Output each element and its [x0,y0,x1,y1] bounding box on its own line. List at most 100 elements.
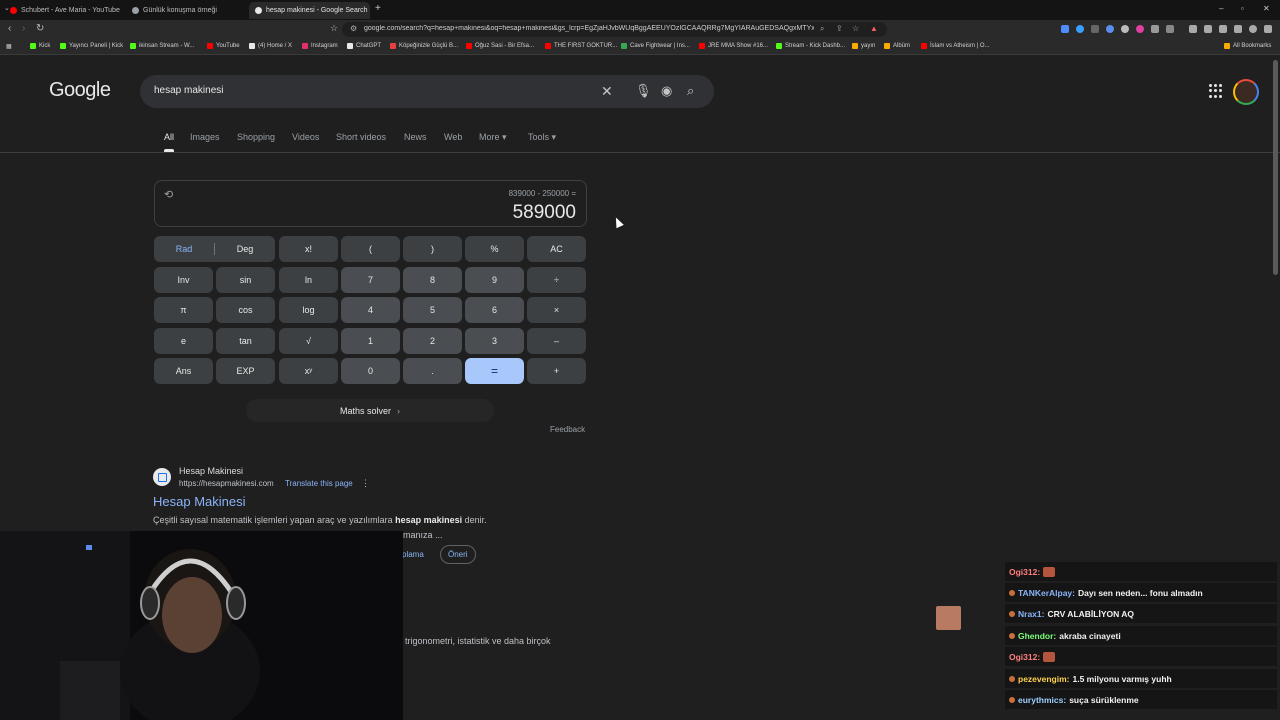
percent-key[interactable]: % [465,236,524,262]
result-title[interactable]: Hesap Makinesi [153,494,246,509]
subtract-key[interactable]: – [527,328,586,354]
extensions-puzzle-icon[interactable] [1234,25,1242,33]
pi-key[interactable]: π [154,297,213,323]
tab-shopping[interactable]: Shopping [237,132,275,142]
extension-icon[interactable] [1091,25,1099,33]
sqrt-key[interactable]: √ [279,328,338,354]
bookmark[interactable]: JRE MMA Show #16... [699,43,768,49]
digit-6-key[interactable]: 6 [465,297,524,323]
star-icon[interactable]: ☆ [852,24,859,33]
digit-8-key[interactable]: 8 [403,267,462,293]
digit-3-key[interactable]: 3 [465,328,524,354]
tan-key[interactable]: tan [216,328,275,354]
extension-icon[interactable] [1076,25,1084,33]
digit-4-key[interactable]: 4 [341,297,400,323]
apps-grid-icon[interactable]: ▦ [6,43,12,50]
close-tab-icon[interactable]: ✕ [368,6,370,15]
bookmark[interactable]: YouTube [207,43,240,49]
digit-9-key[interactable]: 9 [465,267,524,293]
bookmark[interactable]: Stream - Kick Dashb... [776,43,845,49]
rad-button[interactable]: Rad [154,236,214,262]
divide-key[interactable]: ÷ [527,267,586,293]
translate-link[interactable]: Translate this page [285,479,353,488]
multiply-key[interactable]: × [527,297,586,323]
feedback-link[interactable]: Feedback [550,425,585,434]
tab-all[interactable]: All [164,132,174,142]
deg-button[interactable]: Deg [215,236,275,262]
reload-icon[interactable]: ↻ [36,23,44,34]
tab-web[interactable]: Web [444,132,462,142]
inverse-key[interactable]: Inv [154,267,213,293]
digit-0-key[interactable]: 0 [341,358,400,384]
ans-key[interactable]: Ans [154,358,213,384]
maths-solver-button[interactable]: Maths solver › [246,399,494,422]
browser-tab-3[interactable]: hesap makinesi - Google Search ✕ [249,2,370,19]
google-apps-icon[interactable] [1209,84,1223,98]
ln-key[interactable]: ln [279,267,338,293]
reading-list-icon[interactable] [1219,25,1227,33]
extension-icon[interactable] [1121,25,1129,33]
clear-icon[interactable]: ✕ [601,83,613,100]
sidebar-icon[interactable] [1204,25,1212,33]
equals-key[interactable]: = [465,358,524,384]
bookmark[interactable]: THE FIRST GOKTUR... [545,43,617,49]
digit-1-key[interactable]: 1 [341,328,400,354]
tab-tools[interactable]: Tools ▾ [528,132,556,143]
tab-short-videos[interactable]: Short videos [336,132,386,142]
bookmark[interactable]: İslam vs Atheism | O... [921,43,990,49]
bookmark[interactable]: ChatGPT [347,43,381,49]
power-key[interactable]: xʸ [279,358,338,384]
close-paren-key[interactable]: ) [403,236,462,262]
extension-icon[interactable] [1061,25,1069,33]
log-key[interactable]: log [279,297,338,323]
forward-icon[interactable]: › [22,23,25,34]
digit-5-key[interactable]: 5 [403,297,462,323]
browser-tab-2[interactable]: Günlük konuşma örneği [126,2,244,19]
maximize-button[interactable]: ▫ [1241,4,1244,13]
extension-icon[interactable] [1151,25,1159,33]
back-icon[interactable]: ‹ [8,23,11,34]
factorial-key[interactable]: x! [279,236,338,262]
digit-2-key[interactable]: 2 [403,328,462,354]
bookmark[interactable]: Kick [30,43,50,49]
site-info-icon[interactable]: ⚙ [350,24,357,33]
decimal-key[interactable]: . [403,358,462,384]
tab-videos[interactable]: Videos [292,132,319,142]
bookmark-star-icon[interactable]: ☆ [330,23,338,34]
music-icon[interactable] [1189,25,1197,33]
search-input[interactable]: hesap makinesi [154,85,223,96]
bookmark[interactable]: ikinsan Stream - W... [130,43,194,49]
tab-more[interactable]: More ▾ [479,132,507,143]
open-paren-key[interactable]: ( [341,236,400,262]
new-tab-button[interactable]: + [375,3,381,14]
exp-key[interactable]: EXP [216,358,275,384]
close-window-button[interactable]: ✕ [1263,4,1270,13]
more-options-icon[interactable]: ⋮ [361,478,370,489]
all-bookmarks-folder[interactable]: All Bookmarks [1224,43,1271,49]
search-icon[interactable]: ⌕ [687,83,694,99]
sitelink-chip[interactable]: Öneri [440,545,476,564]
sin-key[interactable]: sin [216,267,275,293]
page-scrollbar[interactable] [1273,60,1278,275]
menu-icon[interactable] [1264,25,1272,33]
brave-icon[interactable]: ▲ [870,24,878,33]
address-bar[interactable]: ⚙ google.com/search?q=hesap+makinesi&oq=… [342,22,887,37]
google-logo[interactable]: Google [49,79,111,102]
bookmark[interactable]: Oğuz Sasi - Bir Efsa... [466,43,534,49]
history-icon[interactable]: ⟲ [164,188,173,201]
extension-icon[interactable] [1166,25,1174,33]
search-box[interactable]: hesap makinesi ✕ 🎙 ◉ ⌕ [140,75,714,108]
cos-key[interactable]: cos [216,297,275,323]
lens-icon[interactable]: ◉ [661,83,672,99]
tab-news[interactable]: News [404,132,427,142]
bookmark-folder[interactable]: yayın [852,43,875,49]
add-key[interactable]: + [527,358,586,384]
result-url[interactable]: https://hesapmakinesi.com [179,479,274,488]
microphone-icon[interactable]: 🎙 [635,83,652,99]
e-key[interactable]: e [154,328,213,354]
bookmark[interactable]: Köpeğinizle Güçlü B... [390,43,458,49]
bookmark-folder[interactable]: Albüm [884,43,910,49]
clear-all-key[interactable]: AC [527,236,586,262]
bookmark[interactable]: Yayıncı Paneli | Kick [60,43,123,49]
bookmark[interactable]: Instagram [302,43,338,49]
